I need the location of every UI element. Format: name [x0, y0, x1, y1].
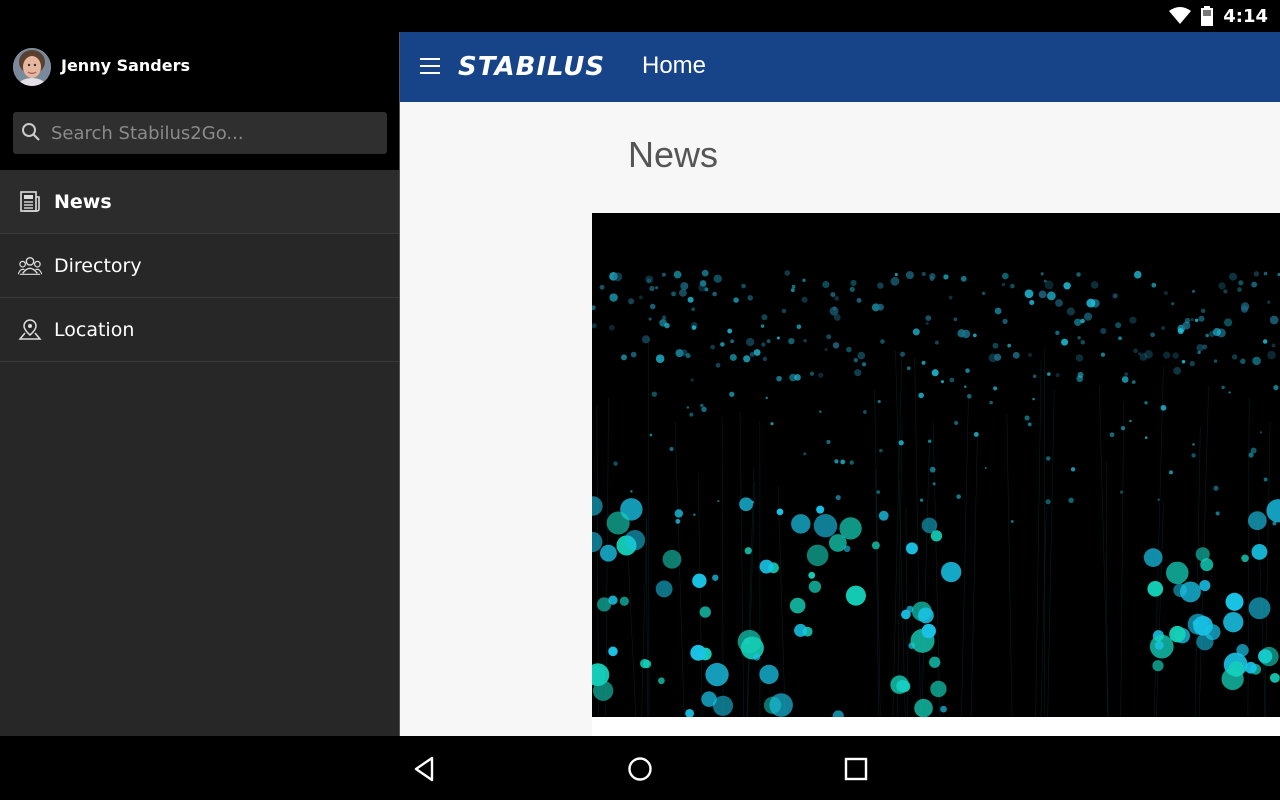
avatar[interactable] — [13, 48, 51, 86]
user-name[interactable]: Jenny Sanders — [61, 56, 190, 75]
sidebar-item-news[interactable]: News — [0, 170, 399, 234]
news-image[interactable] — [592, 213, 1280, 717]
sidebar-item-label: News — [54, 190, 112, 213]
battery-icon — [1201, 6, 1214, 26]
search-box[interactable] — [13, 112, 387, 154]
search-icon — [22, 123, 40, 141]
recents-icon[interactable] — [843, 756, 869, 782]
status-icons: 4:14 — [1169, 0, 1268, 32]
sidebar-item-label: Directory — [54, 254, 142, 277]
brand-logo: STABILUS — [458, 52, 606, 82]
page-title: Home — [642, 52, 707, 79]
news-card[interactable] — [592, 213, 1280, 736]
app-bar: STABILUS Home — [400, 32, 1280, 102]
sidebar-item-label: Location — [54, 318, 135, 341]
home-icon[interactable] — [627, 756, 653, 782]
section-title: News — [628, 134, 719, 175]
sidebar-item-directory[interactable]: Directory — [0, 234, 399, 298]
search-input[interactable] — [51, 112, 381, 154]
back-icon[interactable] — [412, 756, 438, 782]
map-pin-icon — [18, 319, 42, 340]
navigation-drawer: Jenny Sanders News — [0, 32, 400, 736]
main-content: News — [400, 102, 1280, 736]
status-bar: 4:14 — [0, 0, 1280, 32]
sidebar-item-location[interactable]: Location — [0, 298, 399, 362]
newspaper-icon — [20, 191, 40, 212]
status-time: 4:14 — [1223, 5, 1268, 27]
menu-icon[interactable] — [420, 58, 440, 76]
wifi-icon — [1169, 7, 1192, 24]
system-nav-bar — [0, 736, 1280, 800]
drawer-header: Jenny Sanders — [0, 32, 399, 170]
people-icon — [18, 257, 42, 275]
